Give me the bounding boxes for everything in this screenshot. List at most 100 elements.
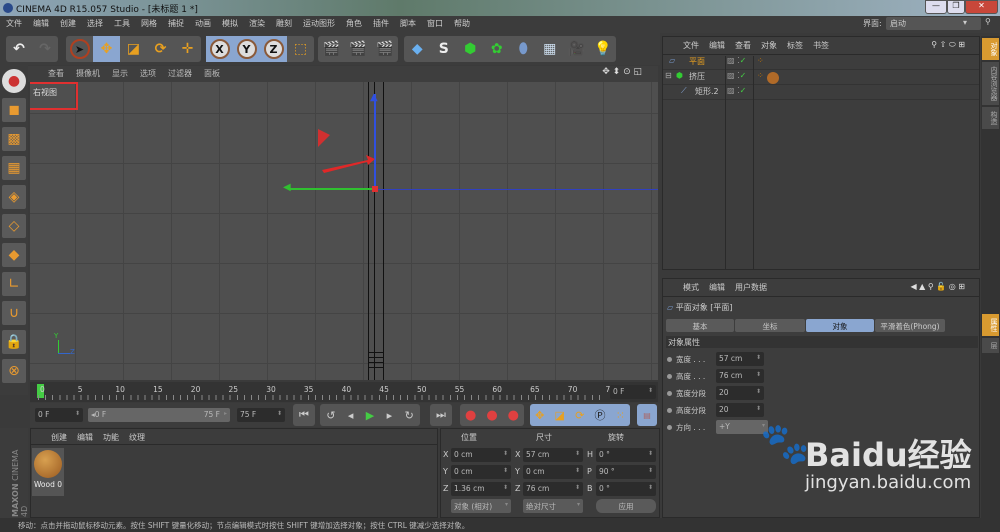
coord-rot-field[interactable]: 90 ° ⬍ bbox=[596, 465, 656, 479]
animate-dot-icon[interactable] bbox=[667, 424, 672, 430]
animate-dot-icon[interactable] bbox=[667, 356, 672, 362]
menu-plugins[interactable]: 插件 bbox=[373, 18, 389, 33]
viewport-menu-options[interactable]: 选项 bbox=[140, 68, 156, 82]
close-button[interactable]: ✕ bbox=[965, 0, 998, 14]
current-frame-field[interactable]: 0 F ⬍ bbox=[610, 385, 656, 399]
viewport-menu-filter[interactable]: 过滤器 bbox=[168, 68, 192, 82]
property-field[interactable]: 57 cm ⬍ bbox=[716, 352, 764, 366]
object-row-rectangle[interactable]: ⟋ 矩形.2 ▨ ⁚✓ bbox=[663, 86, 979, 100]
scale-icon[interactable]: ◪ bbox=[120, 36, 147, 62]
key-rotation-icon[interactable]: ⟳ bbox=[575, 409, 584, 422]
keyframe-selection-icon[interactable]: ● bbox=[508, 408, 519, 423]
coord-size-field[interactable]: 57 cm ⬍ bbox=[523, 448, 583, 462]
menu-window[interactable]: 窗口 bbox=[427, 18, 443, 33]
key-scale-icon[interactable]: ◪ bbox=[555, 409, 565, 422]
z-axis-handle[interactable] bbox=[290, 188, 375, 190]
property-field[interactable]: 76 cm ⬍ bbox=[716, 369, 764, 383]
menu-character[interactable]: 角色 bbox=[346, 18, 362, 33]
array-icon[interactable]: ✿ bbox=[484, 36, 511, 62]
prev-key-icon[interactable]: ↺ bbox=[326, 409, 335, 422]
coordinate-system-icon[interactable]: ⬚ bbox=[287, 36, 314, 62]
render-view-icon[interactable]: 🎬 bbox=[318, 36, 345, 62]
key-pla-icon[interactable]: ⁙ bbox=[616, 409, 625, 422]
property-field[interactable]: 20 ⬍ bbox=[716, 403, 764, 417]
menu-animate[interactable]: 动画 bbox=[195, 18, 211, 33]
cube-icon[interactable]: ◆ bbox=[404, 36, 431, 62]
menu-mesh[interactable]: 网格 bbox=[141, 18, 157, 33]
animate-dot-icon[interactable] bbox=[667, 390, 672, 396]
material-menu-edit[interactable]: 编辑 bbox=[77, 432, 93, 444]
material-menu-texture[interactable]: 纹理 bbox=[129, 432, 145, 444]
material-swatch-wood[interactable]: Wood 0 bbox=[32, 448, 64, 496]
apply-button[interactable]: 应用 bbox=[596, 499, 656, 513]
tab-coordinates[interactable]: 坐标 bbox=[735, 319, 805, 332]
object-menu-tags[interactable]: 标签 bbox=[787, 40, 803, 54]
solo-icon[interactable]: ⊗ bbox=[2, 359, 26, 383]
subdivision-icon[interactable]: ⬢ bbox=[457, 36, 484, 62]
visibility-toggle-icon[interactable]: ▨ ⁚✓ bbox=[727, 56, 746, 65]
menu-select[interactable]: 选择 bbox=[87, 18, 103, 33]
key-position-icon[interactable]: ✥ bbox=[535, 409, 544, 422]
coord-size-field[interactable]: 0 cm ⬍ bbox=[523, 465, 583, 479]
key-parameter-icon[interactable]: Ⓟ bbox=[595, 407, 606, 423]
make-editable-icon[interactable]: ● bbox=[2, 69, 26, 93]
side-tab-attributes[interactable]: 属性 bbox=[982, 314, 999, 336]
animate-dot-icon[interactable] bbox=[667, 373, 672, 379]
edges-mode-icon[interactable]: ◇ bbox=[2, 214, 26, 238]
tab-basic[interactable]: 基本 bbox=[666, 319, 734, 332]
live-select-icon[interactable]: ➤ bbox=[66, 36, 93, 62]
object-menu-view[interactable]: 查看 bbox=[735, 40, 751, 54]
menu-edit[interactable]: 编辑 bbox=[33, 18, 49, 33]
minimize-button[interactable]: — bbox=[925, 0, 947, 14]
z-axis-lock-icon[interactable]: Z bbox=[260, 36, 287, 62]
side-tab-content-browser[interactable]: 内容浏览器 bbox=[982, 62, 999, 105]
texture-mode-icon[interactable]: ▩ bbox=[2, 127, 26, 151]
record-key-icon[interactable]: ● bbox=[465, 408, 476, 423]
recent-tool-icon[interactable]: ✛ bbox=[174, 36, 201, 62]
floor-icon[interactable]: ▦ bbox=[537, 36, 564, 62]
collapse-icon[interactable]: ⊟ bbox=[665, 71, 672, 80]
visibility-toggle-icon[interactable]: ▨ ⁚✓ bbox=[727, 71, 746, 80]
object-origin[interactable] bbox=[372, 186, 378, 192]
animate-dot-icon[interactable] bbox=[667, 407, 672, 413]
menu-sculpt[interactable]: 雕刻 bbox=[276, 18, 292, 33]
frame-range-slider[interactable]: ◂0 F 75 F ▸ bbox=[88, 408, 230, 422]
viewport-menu-panel[interactable]: 面板 bbox=[204, 68, 220, 82]
workplane-icon[interactable]: ▦ bbox=[2, 156, 26, 180]
layout-dropdown[interactable]: 启动 ▾ bbox=[886, 17, 981, 30]
search-icon[interactable]: ⚲ bbox=[985, 17, 991, 26]
menu-render[interactable]: 渲染 bbox=[249, 18, 265, 33]
redo-icon[interactable]: ↷ bbox=[32, 36, 58, 62]
points-mode-icon[interactable]: ◈ bbox=[2, 185, 26, 209]
timeline-window-icon[interactable]: ▤ bbox=[637, 404, 657, 426]
undo-icon[interactable]: ↶ bbox=[6, 36, 32, 62]
coord-pos-field[interactable]: 1.36 cm ⬍ bbox=[451, 482, 511, 496]
coord-mode-dropdown[interactable]: 对象 (相对) ▾ bbox=[451, 499, 511, 513]
object-row-plane[interactable]: ▱ 平面 ▨ ⁚✓ ⁘ bbox=[663, 56, 979, 70]
object-row-extrude[interactable]: ⊟ ⬢ 挤压 ▨ ⁚✓ ⁘ bbox=[663, 71, 979, 85]
menu-script[interactable]: 脚本 bbox=[400, 18, 416, 33]
visibility-toggle-icon[interactable]: ▨ ⁚✓ bbox=[727, 86, 746, 95]
menu-tools[interactable]: 工具 bbox=[114, 18, 130, 33]
play-icon[interactable]: ▶ bbox=[366, 409, 374, 422]
axis-mode-icon[interactable]: ∟ bbox=[2, 272, 26, 296]
menu-mograph[interactable]: 运动图形 bbox=[303, 18, 335, 33]
material-tag-icon[interactable] bbox=[767, 72, 779, 84]
render-settings-icon[interactable]: 🎬 bbox=[371, 36, 398, 62]
x-axis-lock-icon[interactable]: X bbox=[206, 36, 233, 62]
render-picture-viewer-icon[interactable]: 🎬 bbox=[345, 36, 372, 62]
object-menu-bookmarks[interactable]: 书签 bbox=[813, 40, 829, 54]
coord-size-field[interactable]: 76 cm ⬍ bbox=[523, 482, 583, 496]
rotate-icon[interactable]: ⟳ bbox=[147, 36, 174, 62]
menu-simulate[interactable]: 模拟 bbox=[222, 18, 238, 33]
y-axis-lock-icon[interactable]: Y bbox=[233, 36, 260, 62]
next-frame-icon[interactable]: ▸ bbox=[387, 409, 393, 422]
side-tab-objects[interactable]: 对象 bbox=[982, 38, 999, 60]
start-frame-field[interactable]: 0 F ⬍ bbox=[35, 408, 83, 422]
coord-rot-field[interactable]: 0 ° ⬍ bbox=[596, 448, 656, 462]
viewport-nav-icons[interactable]: ✥ ⬍ ⊙ ◱ bbox=[602, 67, 642, 77]
snap-icon[interactable]: ∪ bbox=[2, 301, 26, 325]
attr-menu-mode[interactable]: 模式 bbox=[683, 282, 699, 296]
viewport-right-view[interactable]: 右视图 ▲ ◀ Y Z bbox=[30, 82, 658, 380]
maximize-button[interactable]: ❐ bbox=[947, 0, 965, 14]
